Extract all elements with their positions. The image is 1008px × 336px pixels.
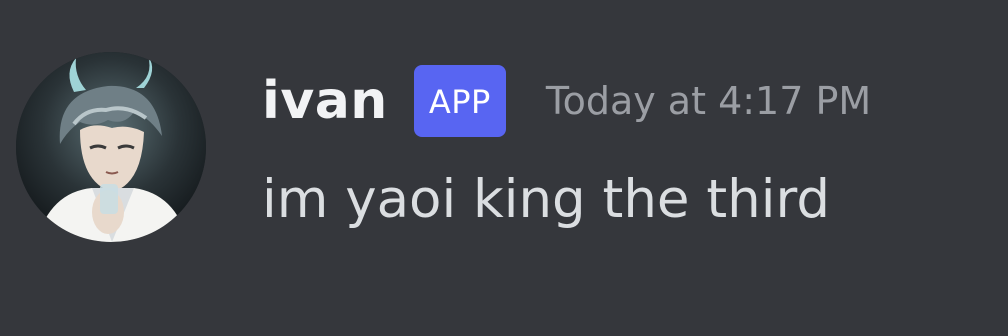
timestamp[interactable]: Today at 4:17 PM: [546, 82, 871, 120]
app-badge: APP: [413, 65, 506, 137]
chat-message: ivan APP Today at 4:17 PM im yaoi king t…: [0, 0, 1008, 336]
username[interactable]: ivan: [262, 75, 388, 127]
anime-character-avatar-icon: [16, 52, 206, 242]
avatar[interactable]: [16, 52, 206, 242]
message-header: ivan APP Today at 4:17 PM: [262, 58, 871, 144]
message-content: im yaoi king the third: [262, 169, 830, 230]
